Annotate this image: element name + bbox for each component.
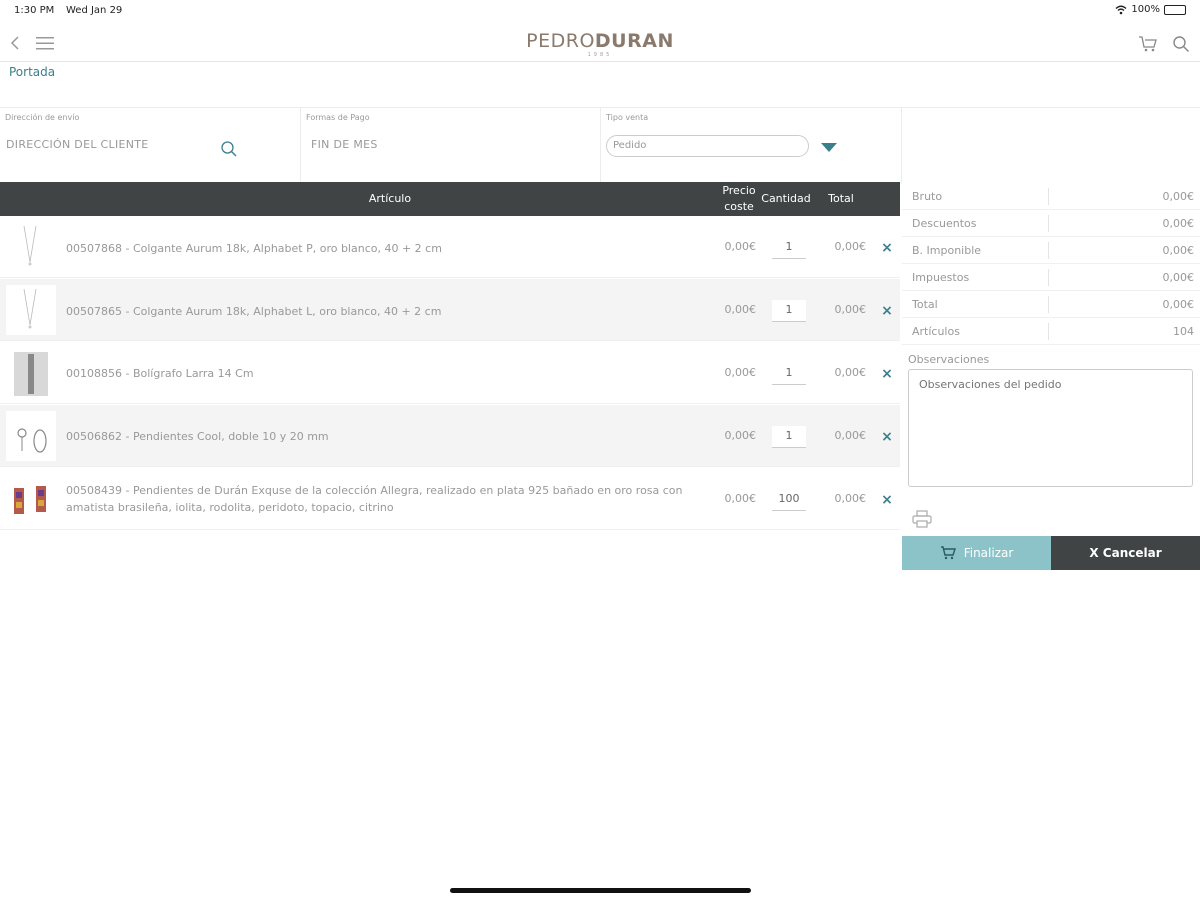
shipping-address-label: Dirección de envío (5, 113, 80, 122)
summary-label: Bruto (912, 190, 943, 203)
product-thumbnail (6, 348, 56, 398)
summary-value: 0,00€ (1162, 298, 1195, 311)
breadcrumb-home[interactable]: Portada (9, 65, 55, 79)
remove-item-icon[interactable]: × (879, 492, 895, 508)
observations-label: Observaciones (908, 353, 990, 366)
summary-label: Descuentos (912, 217, 977, 230)
status-bar: 1:30 PM Wed Jan 29 100% (0, 0, 1200, 22)
finish-button-label: Finalizar (963, 546, 1014, 560)
item-price: 0,00€ (724, 366, 757, 379)
cancel-button-label: X Cancelar (1089, 546, 1162, 560)
item-price: 0,00€ (724, 240, 757, 253)
observations-textarea[interactable] (908, 369, 1193, 487)
summary-row-gross: Bruto 0,00€ (902, 183, 1200, 210)
dropdown-arrow-icon[interactable] (821, 143, 837, 152)
item-total: 0,00€ (834, 240, 867, 253)
app-header: PEDRODURAN 1985 (0, 24, 1200, 62)
remove-item-icon[interactable]: × (879, 303, 895, 319)
shipping-address-field[interactable]: Dirección de envío DIRECCIÓN DEL CLIENTE (0, 108, 301, 183)
item-price: 0,00€ (724, 492, 757, 505)
battery-icon (1164, 4, 1186, 15)
sale-type-select[interactable]: Pedido (606, 135, 809, 157)
brand-logo-subtitle: 1985 (587, 52, 613, 58)
summary-value: 0,00€ (1162, 217, 1195, 230)
back-arrow-icon[interactable] (8, 35, 22, 51)
status-time: 1:30 PM (14, 5, 55, 16)
summary-row-total: Total 0,00€ (902, 291, 1200, 318)
summary-label: Artículos (912, 325, 960, 338)
item-total: 0,00€ (834, 429, 867, 442)
summary-row-taxable: B. Imponible 0,00€ (902, 237, 1200, 264)
table-row: 00507868 - Colgante Aurum 18k, Alphabet … (0, 216, 900, 278)
item-description: 00508439 - Pendientes de Durán Exquse de… (66, 484, 683, 514)
summary-label: Impuestos (912, 271, 970, 284)
wifi-icon (1115, 5, 1127, 14)
summary-row-discounts: Descuentos 0,00€ (902, 210, 1200, 237)
finish-button[interactable]: Finalizar (902, 536, 1051, 570)
cart-icon (940, 546, 956, 560)
item-description: 00506862 - Pendientes Cool, doble 10 y 2… (66, 430, 329, 443)
sale-type-field: Tipo venta Pedido (601, 108, 902, 183)
summary-row-articles: Artículos 104 (902, 318, 1200, 345)
address-search-icon[interactable] (220, 140, 238, 158)
product-thumbnail (6, 285, 56, 335)
item-description: 00507868 - Colgante Aurum 18k, Alphabet … (66, 242, 442, 255)
quantity-input[interactable]: 100 (772, 489, 806, 511)
payment-method-value[interactable]: FIN DE MES (311, 138, 378, 151)
table-row: 00508439 - Pendientes de Durán Exquse de… (0, 468, 900, 530)
brand-logo: PEDRODURAN (526, 30, 674, 52)
status-date: Wed Jan 29 (66, 5, 123, 16)
cart-icon[interactable] (1138, 35, 1158, 53)
item-total: 0,00€ (834, 366, 867, 379)
item-price: 0,00€ (724, 429, 757, 442)
quantity-input[interactable]: 1 (772, 300, 806, 322)
col-price: Precio coste (722, 184, 756, 213)
item-price: 0,00€ (724, 303, 757, 316)
search-icon[interactable] (1172, 35, 1190, 53)
cancel-button[interactable]: X Cancelar (1051, 536, 1200, 570)
summary-row-taxes: Impuestos 0,00€ (902, 264, 1200, 291)
shipping-address-value[interactable]: DIRECCIÓN DEL CLIENTE (6, 138, 149, 151)
table-row: 00507865 - Colgante Aurum 18k, Alphabet … (0, 279, 900, 341)
product-thumbnail (6, 474, 56, 524)
summary-value: 0,00€ (1162, 190, 1195, 203)
form-empty-cell (902, 108, 1200, 183)
payment-method-field[interactable]: Formas de Pago FIN DE MES (301, 108, 601, 183)
sale-type-label: Tipo venta (606, 113, 649, 122)
remove-item-icon[interactable]: × (879, 429, 895, 445)
product-thumbnail (6, 411, 56, 461)
item-description: 00108856 - Bolígrafo Larra 14 Cm (66, 367, 254, 380)
status-indicators: 100% (1115, 4, 1186, 15)
order-form-row: Dirección de envío DIRECCIÓN DEL CLIENTE… (0, 107, 1200, 183)
items-table-header: Artículo Precio coste Cantidad Total (0, 182, 900, 216)
summary-label: B. Imponible (912, 244, 982, 257)
summary-value: 0,00€ (1162, 244, 1195, 257)
quantity-input[interactable]: 1 (772, 363, 806, 385)
col-article: Artículo (368, 192, 412, 205)
summary-value: 0,00€ (1162, 271, 1195, 284)
summary-value: 104 (1173, 325, 1194, 338)
home-indicator[interactable] (450, 888, 751, 893)
remove-item-icon[interactable]: × (879, 366, 895, 382)
product-thumbnail (6, 222, 56, 272)
item-total: 0,00€ (834, 492, 867, 505)
quantity-input[interactable]: 1 (772, 237, 806, 259)
print-icon[interactable] (912, 510, 932, 528)
remove-item-icon[interactable]: × (879, 240, 895, 256)
battery-percent: 100% (1131, 4, 1160, 15)
hamburger-menu-icon[interactable] (36, 37, 54, 50)
item-total: 0,00€ (834, 303, 867, 316)
item-description: 00507865 - Colgante Aurum 18k, Alphabet … (66, 305, 442, 318)
quantity-input[interactable]: 1 (772, 426, 806, 448)
table-row: 00108856 - Bolígrafo Larra 14 Cm 0,00€ 1… (0, 342, 900, 404)
col-total: Total (828, 192, 854, 205)
payment-method-label: Formas de Pago (306, 113, 370, 122)
table-row: 00506862 - Pendientes Cool, doble 10 y 2… (0, 405, 900, 467)
col-quantity: Cantidad (761, 192, 811, 205)
order-summary: Bruto 0,00€ Descuentos 0,00€ B. Imponibl… (902, 183, 1200, 345)
summary-label: Total (912, 298, 938, 311)
